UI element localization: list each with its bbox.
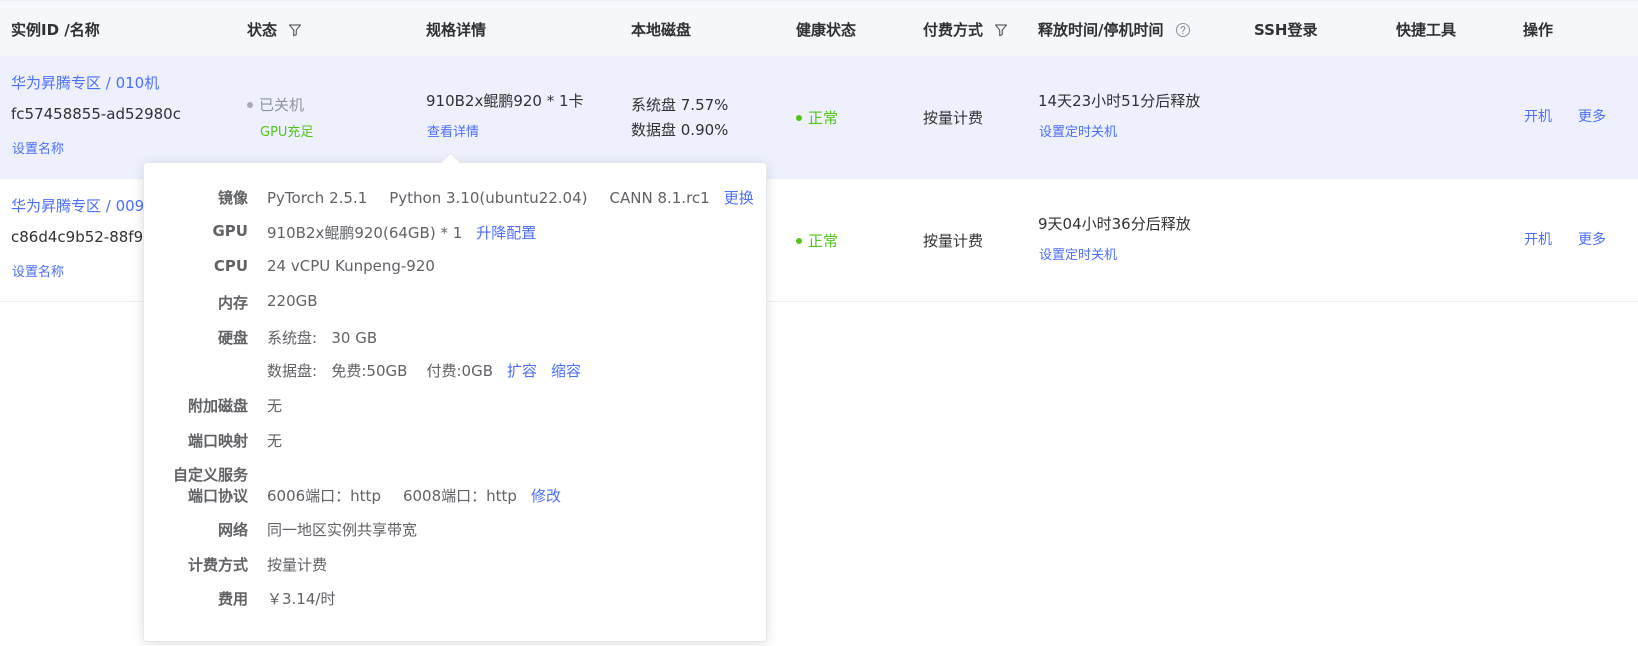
spec-summary: 910B2x鲲鹏920 * 1卡 (426, 92, 584, 110)
instance-zone-link[interactable]: 华为昇腾专区 / 010机 (11, 72, 159, 93)
instance-id: fc57458855-ad52980c (11, 105, 181, 123)
col-ssh-header: SSH登录 (1254, 21, 1318, 39)
status-badge: 已关机 (247, 94, 304, 115)
col-disk-header: 本地磁盘 (631, 21, 692, 39)
extra-disk-value: 无 (267, 397, 283, 415)
gpu-value: 910B2x鲲鹏920(64GB) * 1 (267, 224, 463, 242)
instance-zone-link[interactable]: 华为昇腾专区 / 009 (11, 195, 144, 216)
col-spec-header: 规格详情 (426, 21, 487, 39)
network-label: 网络 (217, 521, 248, 539)
view-details-link[interactable]: 查看详情 (427, 121, 479, 140)
set-timer-shutdown-link[interactable]: 设置定时关机 (1039, 244, 1117, 263)
set-timer-shutdown-link[interactable]: 设置定时关机 (1039, 121, 1117, 140)
col-release-label: 释放时间/停机时间 (1038, 21, 1164, 39)
gpu-label: GPU (212, 222, 249, 240)
port-mapping-label: 端口映射 (187, 432, 248, 450)
data-disk-value: 数据盘: 免费:50GB 付费:0GB (267, 362, 493, 380)
more-button[interactable]: 更多 (1578, 229, 1606, 249)
release-time: 14天23小时51分后释放 (1038, 92, 1201, 110)
start-button[interactable]: 开机 (1524, 106, 1552, 126)
col-instance-header: 实例ID /名称 (11, 21, 100, 39)
col-actions-header: 操作 (1523, 21, 1554, 39)
port-6006-value: 6006端口：http (267, 487, 381, 505)
health-text: 正常 (808, 109, 839, 127)
extra-disk-label: 附加磁盘 (187, 397, 248, 415)
fee-label: 费用 (217, 590, 248, 608)
billing-value: 按量计费 (267, 556, 328, 574)
cpu-value: 24 vCPU Kunpeng-920 (267, 257, 435, 275)
col-release-header: 释放时间/停机时间 (1038, 19, 1191, 40)
image-pytorch: PyTorch 2.5.1 (267, 189, 368, 207)
release-time: 9天04小时36分后释放 (1038, 215, 1191, 233)
status-dot (247, 102, 253, 108)
image-label: 镜像 (217, 189, 248, 207)
fee-value: ￥3.14/时 (267, 590, 336, 608)
port-protocol-group: 6006端口：http 6008端口：http 修改 (267, 485, 561, 506)
health-dot (796, 115, 802, 121)
gpu-availability: GPU充足 (260, 125, 314, 140)
gpu-value-group: 910B2x鲲鹏920(64GB) * 1 升降配置 (267, 222, 536, 243)
table-header: 实例ID /名称 状态 规格详情 本地磁盘 健康状态 付费方式 释放时间/停机时… (0, 0, 1638, 58)
col-health-header: 健康状态 (796, 21, 857, 39)
memory-value: 220GB (267, 292, 318, 310)
port-protocol-label: 端口协议 (187, 487, 248, 505)
data-disk-usage: 数据盘 0.90% (631, 121, 729, 139)
more-button[interactable]: 更多 (1578, 106, 1606, 126)
expand-disk-link[interactable]: 扩容 (507, 362, 537, 380)
billing-label: 计费方式 (187, 556, 248, 574)
image-cann: CANN 8.1.rc1 (609, 189, 710, 207)
col-status-header: 状态 (247, 19, 302, 40)
table-row: 华为昇腾专区 / 010机 fc57458855-ad52980c 设置名称 已… (0, 56, 1638, 179)
start-button[interactable]: 开机 (1524, 229, 1552, 249)
system-disk-value: 系统盘: 30 GB (267, 329, 378, 347)
instance-list-page: 实例ID /名称 状态 规格详情 本地磁盘 健康状态 付费方式 释放时间/停机时… (0, 0, 1638, 646)
custom-service-label: 自定义服务 (172, 466, 248, 484)
filter-icon[interactable] (288, 23, 302, 37)
health-dot (796, 238, 802, 244)
col-billing-header: 付费方式 (923, 19, 1008, 40)
status-text: 已关机 (259, 96, 305, 114)
col-tools-header: 快捷工具 (1396, 21, 1457, 39)
memory-label: 内存 (217, 294, 248, 312)
billing-method: 按量计费 (923, 232, 984, 250)
image-value: PyTorch 2.5.1 Python 3.10(ubuntu22.04) CAN… (267, 187, 754, 208)
system-disk-usage: 系统盘 7.57% (631, 96, 729, 114)
upgrade-config-link[interactable]: 升降配置 (476, 224, 536, 242)
network-value: 同一地区实例共享带宽 (267, 521, 418, 539)
shrink-disk-link[interactable]: 缩容 (551, 362, 581, 380)
instance-id: c86d4c9b52-88f91 (11, 228, 153, 246)
image-python: Python 3.10(ubuntu22.04) (389, 189, 588, 207)
port-6008-value: 6008端口：http (402, 487, 517, 505)
health-status: 正常 (796, 107, 838, 128)
cpu-label: CPU (213, 257, 248, 275)
help-icon[interactable] (1175, 22, 1191, 38)
billing-method: 按量计费 (923, 109, 984, 127)
data-disk-group: 数据盘: 免费:50GB 付费:0GB 扩容 缩容 (267, 360, 581, 381)
col-billing-label: 付费方式 (923, 21, 984, 39)
col-status-label: 状态 (247, 21, 278, 39)
port-mapping-value: 无 (267, 432, 283, 450)
modify-ports-link[interactable]: 修改 (531, 487, 561, 505)
disk-label: 硬盘 (217, 329, 248, 347)
set-name-link[interactable]: 设置名称 (12, 138, 64, 157)
set-name-link[interactable]: 设置名称 (12, 261, 64, 280)
spec-details-popover: 镜像 PyTorch 2.5.1 Python 3.10(ubuntu22.04)… (143, 162, 767, 642)
health-status: 正常 (796, 230, 838, 251)
filter-icon[interactable] (994, 23, 1008, 37)
change-image-link[interactable]: 更换 (724, 189, 754, 207)
health-text: 正常 (808, 232, 839, 250)
